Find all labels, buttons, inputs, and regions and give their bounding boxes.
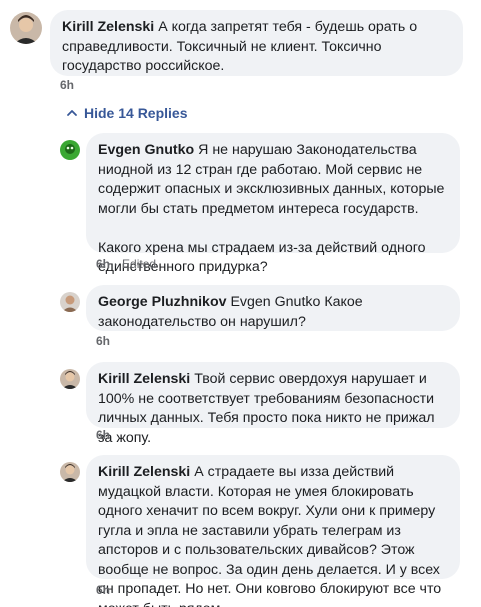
reply-time[interactable]: 6h <box>96 583 110 597</box>
reply-bubble: Kirill Zelenski Твой сервис овердохуя нар… <box>86 362 460 446</box>
edited-label[interactable]: Edited <box>122 257 156 271</box>
avatar-evgen-gnutko[interactable] <box>60 140 80 160</box>
reply-text: Kirill Zelenski Твой сервис овердохуя нар… <box>98 370 448 448</box>
avatar-george-pluzhnikov[interactable] <box>60 292 80 312</box>
reply-text: Kirill Zelenski А страдаете вы изза дейст… <box>98 463 448 607</box>
comment-bubble: Kirill Zelenski А когда запретят тебя - б… <box>50 10 463 76</box>
reply-body: А страдаете вы изза действий мудацкой вл… <box>98 464 442 607</box>
comment-text: Kirill Zelenski А когда запретят тебя - б… <box>62 18 451 77</box>
reply-time[interactable]: 6h <box>96 428 110 442</box>
meta-separator: · <box>114 257 119 271</box>
chevron-up-icon <box>67 110 77 116</box>
reply-author[interactable]: George Pluzhnikov <box>98 294 227 310</box>
mention-link[interactable]: Evgen Gnutko <box>230 294 320 310</box>
comment-time[interactable]: 6h <box>60 78 74 92</box>
reply-bubble: Evgen Gnutko Я не нарушаю Законодательств… <box>86 133 460 275</box>
reply-text: George Pluzhnikov Evgen Gnutko Какое зак… <box>98 293 448 332</box>
reply-bubble: George Pluzhnikov Evgen Gnutko Какое зак… <box>86 285 460 331</box>
comment-meta: 6h <box>60 78 74 92</box>
reply-author[interactable]: Kirill Zelenski <box>98 464 190 480</box>
reply-meta: 6h <box>96 428 110 442</box>
reply-author[interactable]: Evgen Gnutko <box>98 142 194 158</box>
reply-bubble: Kirill Zelenski А страдаете вы изза дейст… <box>86 455 460 607</box>
reply-time[interactable]: 6h <box>96 257 110 271</box>
reply-author[interactable]: Kirill Zelenski <box>98 371 190 387</box>
avatar-kirill-zelenski[interactable] <box>60 462 80 482</box>
reply-meta: 6h · Edited <box>96 257 156 271</box>
hide-replies-label: Hide 14 Replies <box>84 105 188 121</box>
reply-time[interactable]: 6h <box>96 334 110 348</box>
hide-replies-button[interactable]: Hide 14 Replies <box>66 105 188 121</box>
comment-author[interactable]: Kirill Zelenski <box>62 19 154 35</box>
reply-meta: 6h <box>96 334 110 348</box>
avatar-kirill-zelenski[interactable] <box>10 12 42 44</box>
reply-text: Evgen Gnutko Я не нарушаю Законодательств… <box>98 141 448 219</box>
reply-meta: 6h <box>96 583 110 597</box>
avatar-kirill-zelenski[interactable] <box>60 369 80 389</box>
